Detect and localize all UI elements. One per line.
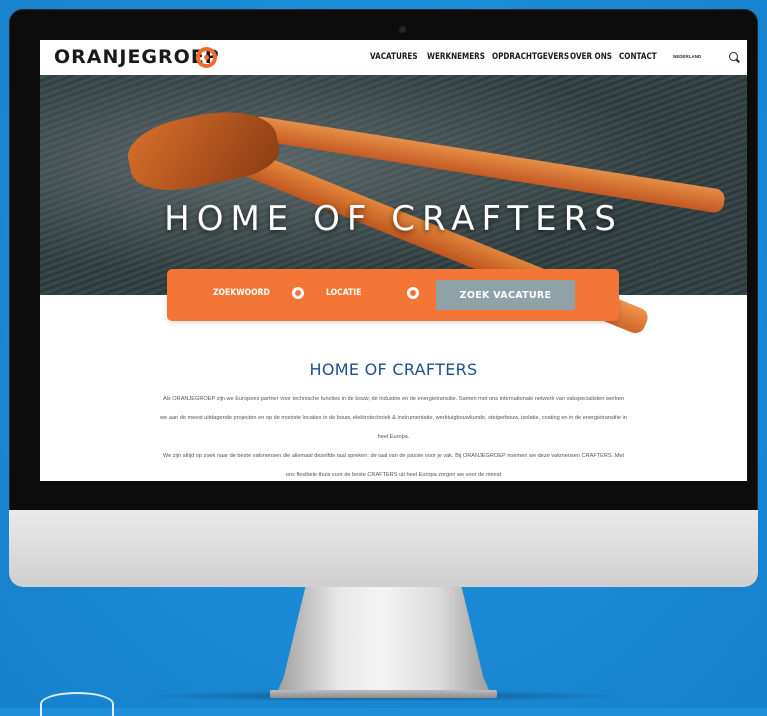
nav-item-over-ons[interactable]: OVER ONS [570,52,612,62]
nav-item-contact[interactable]: CONTACT [619,52,657,62]
logo-ring-icon [196,47,217,68]
website-screen: ORANJEGROEP VACATURES WERKNEMERS OPDRACH… [40,40,747,481]
intro-paragraph: Als ORANJEGROEP zijn we Europees partner… [160,396,627,440]
pliers-head-image [122,100,284,200]
hero-banner: HOME OF CRAFTERS [40,75,747,337]
ring-icon [407,287,419,299]
language-selector[interactable]: NEDERLAND [673,54,701,59]
corner-logo-arc [40,692,114,716]
monitor-stand [275,587,492,697]
site-logo[interactable]: ORANJEGROEP [54,46,220,68]
site-header: ORANJEGROEP VACATURES WERKNEMERS OPDRACH… [40,40,747,75]
location-field[interactable]: LOCATIE [326,288,361,298]
monitor-stand-base [270,690,497,698]
search-icon[interactable] [729,52,738,61]
intro-paragraph-2: We zijn altijd op zoek naar de beste vak… [162,453,625,478]
camera-dot [399,26,406,33]
vacancy-search-bar: ZOEKWOORD LOCATIE ZOEK VACATURE [167,269,619,321]
nav-item-werknemers[interactable]: WERKNEMERS [427,52,485,62]
monitor-chin [9,510,758,587]
nav-item-vacatures[interactable]: VACATURES [370,52,418,62]
nav-item-opdrachtgevers[interactable]: OPDRACHTGEVERS [492,52,569,62]
hero-title: HOME OF CRAFTERS [164,199,623,239]
content-title: HOME OF CRAFTERS [309,360,478,379]
ring-icon [292,287,304,299]
search-vacancy-button[interactable]: ZOEK VACATURE [436,280,575,310]
keyword-field[interactable]: ZOEKWOORD [213,288,270,298]
